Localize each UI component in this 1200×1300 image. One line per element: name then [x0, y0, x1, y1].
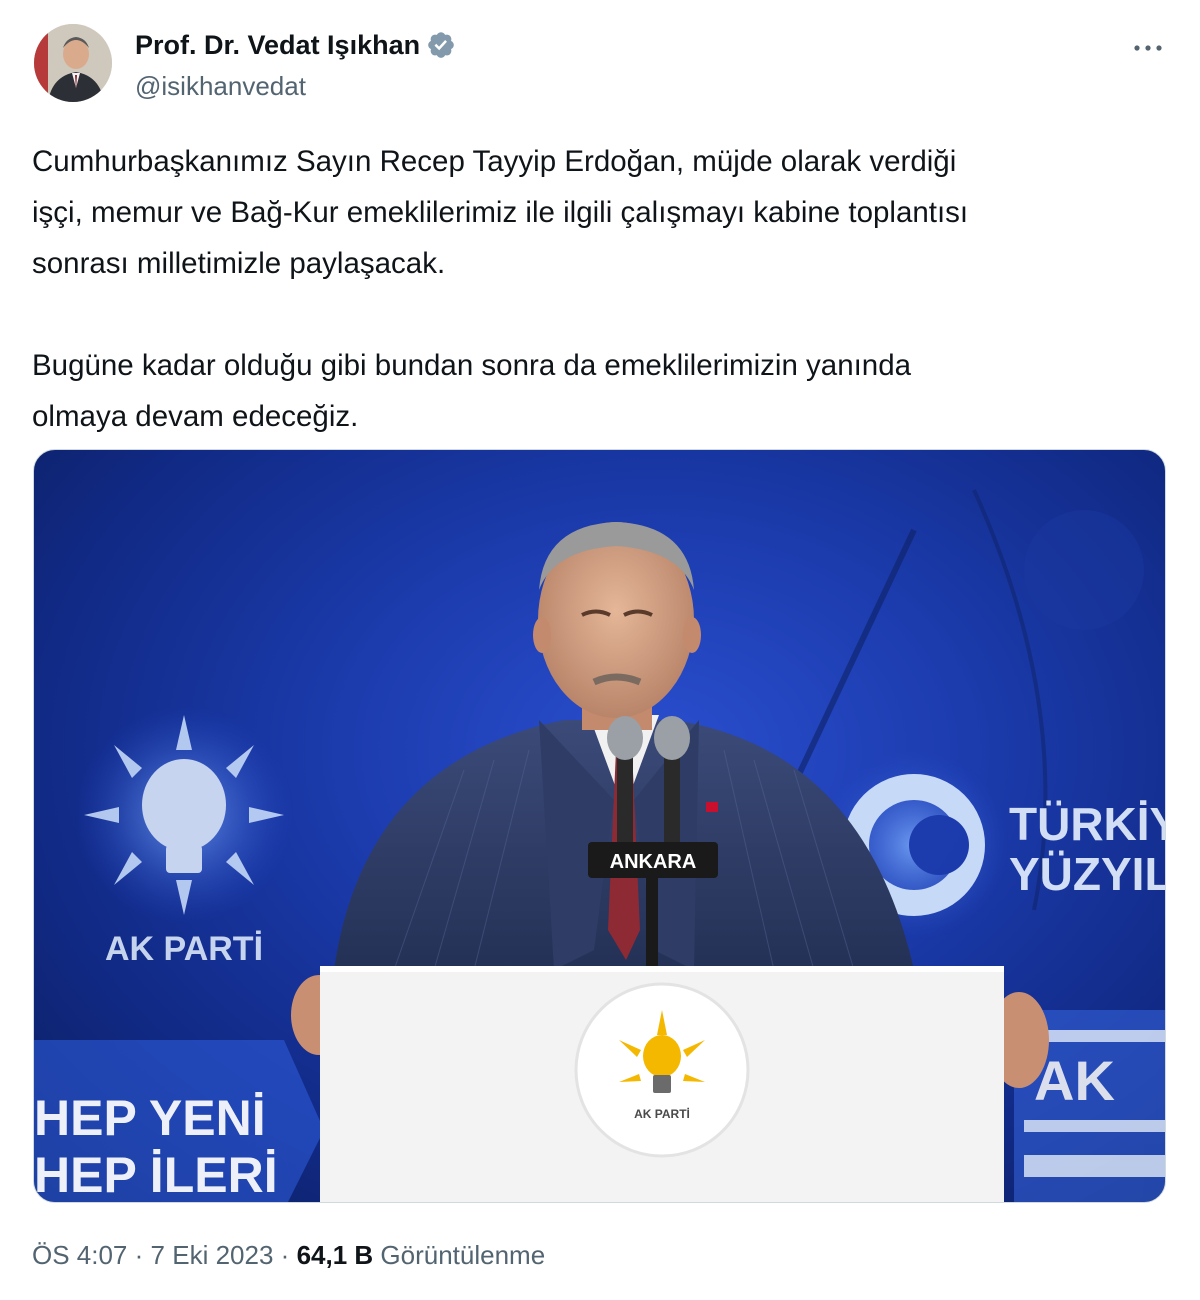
- author-handle[interactable]: @isikhanvedat: [135, 70, 306, 102]
- paragraph-break: [32, 289, 1172, 340]
- left-banner: HEP YENİ HEP İLERİ: [34, 1040, 324, 1203]
- photo-scene: AK PARTİ HEP YENİ HEP İLERİ TÜRKİYE YÜZY…: [34, 489, 1166, 1203]
- svg-text:YÜZYILI: YÜZYILI: [1009, 848, 1166, 900]
- verified-badge-icon: [428, 32, 454, 58]
- author-name[interactable]: Prof. Dr. Vedat Işıkhan: [135, 28, 420, 62]
- views-count: 64,1 B: [296, 1240, 374, 1270]
- tweet-meta: ÖS 4:07 · 7 Eki 2023 · 64,1 B Görüntülen…: [32, 1238, 545, 1272]
- tweet-time[interactable]: ÖS 4:07: [32, 1240, 127, 1270]
- meta-separator: ·: [134, 1240, 144, 1270]
- meta-separator: ·: [280, 1240, 290, 1270]
- tweet-photo[interactable]: AK PARTİ HEP YENİ HEP İLERİ TÜRKİYE YÜZY…: [33, 449, 1166, 1203]
- svg-text:AK PARTİ: AK PARTİ: [105, 930, 263, 968]
- tweet-line: olmaya devam edeceğiz.: [32, 400, 359, 433]
- tweet-line: sonrası milletimizle paylaşacak.: [32, 247, 446, 280]
- svg-text:HEP YENİ: HEP YENİ: [34, 1090, 266, 1146]
- tweet-line: işçi, memur ve Bağ-Kur emeklilerimiz ile…: [32, 196, 969, 229]
- views-label: Görüntülenme: [380, 1240, 546, 1270]
- tweet-line: Bugüne kadar olduğu gibi bundan sonra da…: [32, 349, 912, 382]
- avatar-portrait: [34, 24, 112, 102]
- tweet-text: Cumhurbaşkanımız Sayın Recep Tayyip Erdo…: [32, 136, 1172, 442]
- left-party-logo: AK PARTİ: [74, 705, 294, 968]
- tweet-line: Cumhurbaşkanımız Sayın Recep Tayyip Erdo…: [32, 145, 957, 178]
- svg-text:HEP İLERİ: HEP İLERİ: [34, 1147, 278, 1203]
- svg-text:AK PARTİ: AK PARTİ: [634, 1106, 690, 1121]
- more-options-icon: [1134, 45, 1162, 51]
- svg-text:ANKARA: ANKARA: [610, 851, 697, 873]
- svg-text:TÜRKİYE: TÜRKİYE: [1009, 798, 1166, 850]
- lectern: AK PARTİ: [320, 966, 1004, 1202]
- author-name-row: Prof. Dr. Vedat Işıkhan: [135, 28, 456, 62]
- author-avatar[interactable]: [34, 24, 112, 102]
- more-options-button[interactable]: [1128, 36, 1168, 60]
- tweet-date[interactable]: 7 Eki 2023: [151, 1240, 274, 1270]
